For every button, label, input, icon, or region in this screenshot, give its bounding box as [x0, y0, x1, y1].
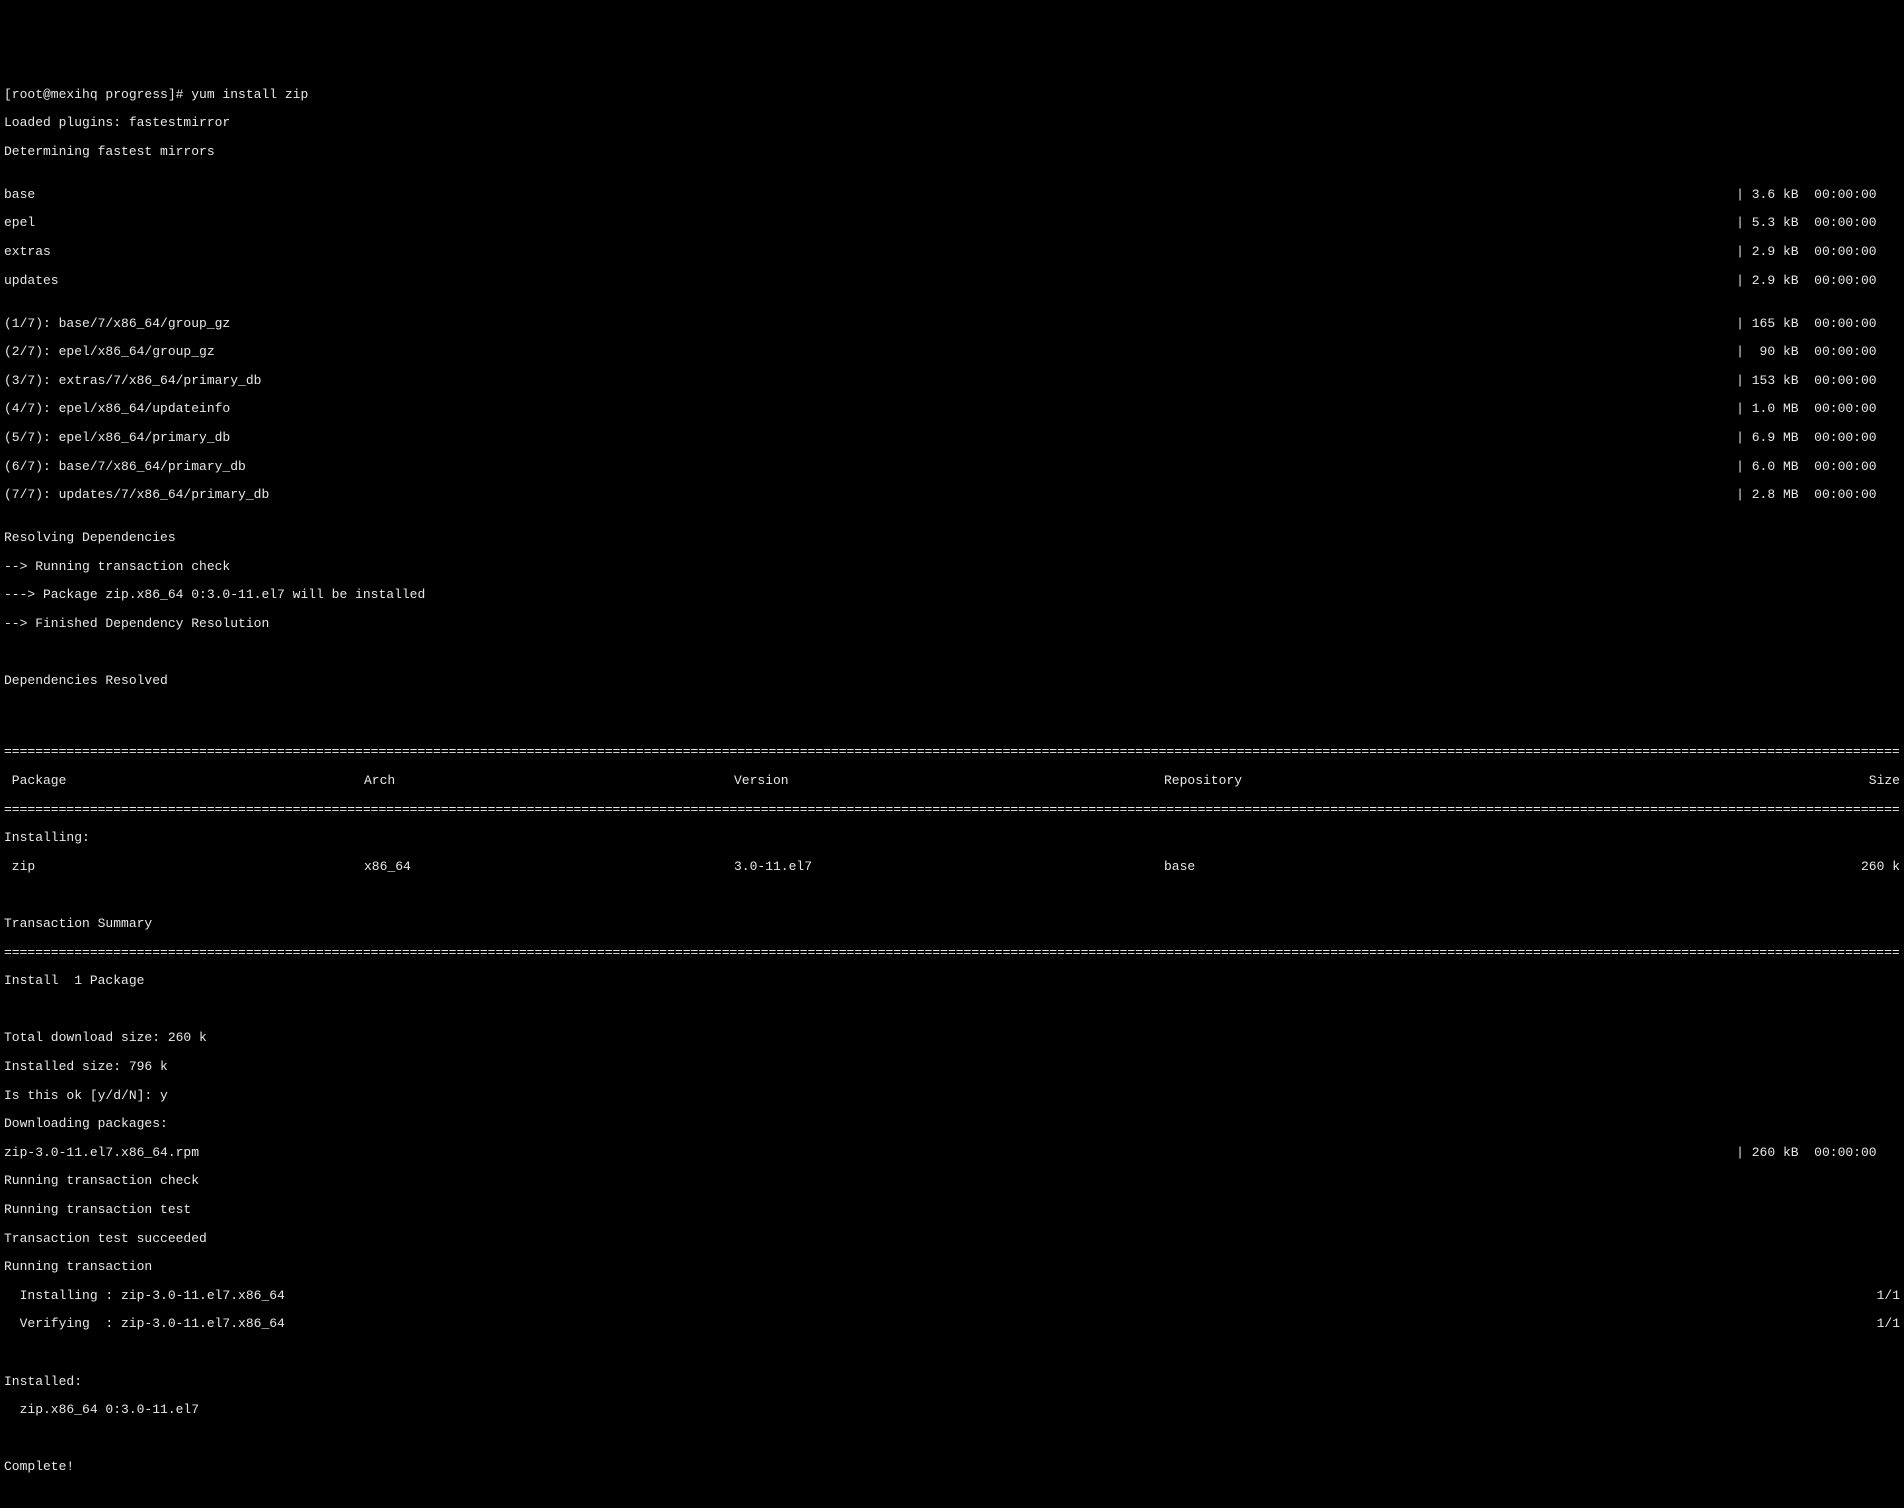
- rpm-download-row: zip-3.0-11.el7.x86_64.rpm | 260 kB 00:00:…: [4, 1146, 1900, 1160]
- fetch-row: (1/7): base/7/x86_64/group_gz | 165 kB 00…: [4, 317, 1900, 331]
- installing-header: Installing:: [4, 831, 1900, 845]
- downloading-line: Downloading packages:: [4, 1117, 1900, 1131]
- col-version-hdr: Version: [734, 774, 1164, 788]
- repo-name: updates: [4, 274, 59, 288]
- terminal-output: { "prompt": { "ps1": "[root@mexihq progr…: [0, 29, 1904, 1506]
- blank-line: [4, 645, 1900, 659]
- col-size: 260 k: [1524, 860, 1900, 874]
- fetch-row: (2/7): epel/x86_64/group_gz | 90 kB 00:00…: [4, 345, 1900, 359]
- blank-line: [4, 703, 1900, 717]
- fetch-stats: | 1.0 MB 00:00:00: [1736, 402, 1900, 416]
- installing-label: Installing : zip-3.0-11.el7.x86_64: [4, 1289, 285, 1303]
- fetch-stats: | 2.8 MB 00:00:00: [1736, 488, 1900, 502]
- repo-stats: | 2.9 kB 00:00:00: [1736, 274, 1900, 288]
- blank-line: [4, 1003, 1900, 1017]
- table-header: Package Arch Version Repository Size: [4, 774, 1900, 788]
- resolving-line: Resolving Dependencies: [4, 531, 1900, 545]
- col-version: 3.0-11.el7: [734, 860, 1164, 874]
- rpm-name: zip-3.0-11.el7.x86_64.rpm: [4, 1146, 199, 1160]
- runcheck-line: --> Running transaction check: [4, 560, 1900, 574]
- verifying-count: 1/1: [1877, 1317, 1900, 1331]
- fetch-name: (6/7): base/7/x86_64/primary_db: [4, 460, 246, 474]
- hr-rule: ========================================…: [4, 946, 1900, 960]
- repo-stats: | 3.6 kB 00:00:00: [1736, 188, 1900, 202]
- fetch-row: (5/7): epel/x86_64/primary_db | 6.9 MB 00…: [4, 431, 1900, 445]
- installed-header: Installed:: [4, 1375, 1900, 1389]
- prompt-line[interactable]: [root@mexihq progress]# yum install zip: [4, 88, 1900, 102]
- run-tx-line: Running transaction: [4, 1260, 1900, 1274]
- repo-name: epel: [4, 216, 35, 230]
- deps-resolved-line: Dependencies Resolved: [4, 674, 1900, 688]
- download-size-line: Total download size: 260 k: [4, 1031, 1900, 1045]
- tx-summary-line: Transaction Summary: [4, 917, 1900, 931]
- ps1: [root@mexihq progress]#: [4, 87, 191, 102]
- fetch-name: (7/7): updates/7/x86_64/primary_db: [4, 488, 269, 502]
- plugins-line: Loaded plugins: fastestmirror: [4, 116, 1900, 130]
- repo-stats: | 5.3 kB 00:00:00: [1736, 216, 1900, 230]
- repo-row: epel | 5.3 kB 00:00:00: [4, 216, 1900, 230]
- fetch-stats: | 90 kB 00:00:00: [1736, 345, 1900, 359]
- fetch-stats: | 153 kB 00:00:00: [1736, 374, 1900, 388]
- fetch-row: (7/7): updates/7/x86_64/primary_db | 2.8 …: [4, 488, 1900, 502]
- fetch-stats: | 165 kB 00:00:00: [1736, 317, 1900, 331]
- col-arch: x86_64: [364, 860, 734, 874]
- fetch-row: (6/7): base/7/x86_64/primary_db | 6.0 MB …: [4, 460, 1900, 474]
- finished-line: --> Finished Dependency Resolution: [4, 617, 1900, 631]
- col-repository-hdr: Repository: [1164, 774, 1524, 788]
- table-row: zip x86_64 3.0-11.el7 base 260 k: [4, 860, 1900, 874]
- run-tx-check-line: Running transaction check: [4, 1174, 1900, 1188]
- repo-name: base: [4, 188, 35, 202]
- fetch-name: (1/7): base/7/x86_64/group_gz: [4, 317, 230, 331]
- fetch-name: (2/7): epel/x86_64/group_gz: [4, 345, 215, 359]
- repo-row: updates | 2.9 kB 00:00:00: [4, 274, 1900, 288]
- col-size-hdr: Size: [1524, 774, 1900, 788]
- col-package: zip: [4, 860, 364, 874]
- fetch-name: (5/7): epel/x86_64/primary_db: [4, 431, 230, 445]
- verifying-label: Verifying : zip-3.0-11.el7.x86_64: [4, 1317, 285, 1331]
- fetch-name: (3/7): extras/7/x86_64/primary_db: [4, 374, 261, 388]
- installing-count: 1/1: [1877, 1289, 1900, 1303]
- blank-line: [4, 1346, 1900, 1360]
- fetch-row: (3/7): extras/7/x86_64/primary_db | 153 k…: [4, 374, 1900, 388]
- install-count-line: Install 1 Package: [4, 974, 1900, 988]
- fetch-row: (4/7): epel/x86_64/updateinfo | 1.0 MB 00…: [4, 402, 1900, 416]
- run-tx-test-line: Running transaction test: [4, 1203, 1900, 1217]
- installed-size-line: Installed size: 796 k: [4, 1060, 1900, 1074]
- col-package-hdr: Package: [4, 774, 364, 788]
- col-arch-hdr: Arch: [364, 774, 734, 788]
- col-repository: base: [1164, 860, 1524, 874]
- blank-line: [4, 888, 1900, 902]
- repo-row: extras | 2.9 kB 00:00:00: [4, 245, 1900, 259]
- pkg-will-install-line: ---> Package zip.x86_64 0:3.0-11.el7 wil…: [4, 588, 1900, 602]
- fetch-name: (4/7): epel/x86_64/updateinfo: [4, 402, 230, 416]
- blank-line: [4, 1432, 1900, 1446]
- installing-row: Installing : zip-3.0-11.el7.x86_64 1/1: [4, 1289, 1900, 1303]
- repo-row: base | 3.6 kB 00:00:00: [4, 188, 1900, 202]
- tx-test-ok-line: Transaction test succeeded: [4, 1232, 1900, 1246]
- rpm-stats: | 260 kB 00:00:00: [1736, 1146, 1900, 1160]
- complete-line: Complete!: [4, 1460, 1900, 1474]
- determining-line: Determining fastest mirrors: [4, 145, 1900, 159]
- confirm-prompt-line[interactable]: Is this ok [y/d/N]: y: [4, 1089, 1900, 1103]
- verifying-row: Verifying : zip-3.0-11.el7.x86_64 1/1: [4, 1317, 1900, 1331]
- installed-pkg-line: zip.x86_64 0:3.0-11.el7: [4, 1403, 1900, 1417]
- repo-name: extras: [4, 245, 51, 259]
- hr-rule: ========================================…: [4, 745, 1900, 759]
- hr-rule: ========================================…: [4, 803, 1900, 817]
- fetch-stats: | 6.9 MB 00:00:00: [1736, 431, 1900, 445]
- repo-stats: | 2.9 kB 00:00:00: [1736, 245, 1900, 259]
- command: yum install zip: [191, 87, 308, 102]
- fetch-stats: | 6.0 MB 00:00:00: [1736, 460, 1900, 474]
